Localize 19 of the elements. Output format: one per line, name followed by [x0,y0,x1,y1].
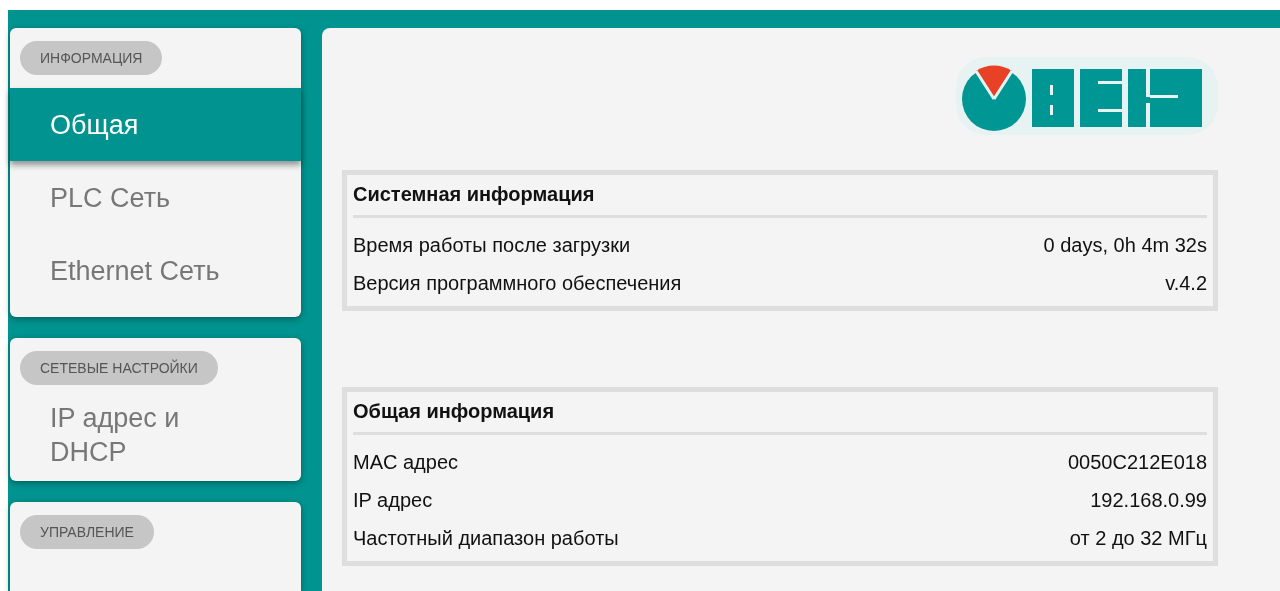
sidebar-item[interactable]: Ethernet Сеть [10,234,301,307]
row-label: Время работы после загрузки [353,233,631,258]
row-label: Версия программного обеспечения [353,271,682,296]
section-badge: УПРАВЛЕНИЕ [20,515,154,549]
row-value: от 2 до 32 МГц [1069,526,1207,551]
sidebar-item[interactable]: Общая [10,88,301,161]
row-value: 192.168.0.99 [1090,488,1207,513]
row-value: 0 days, 0h 4m 32s [1043,233,1207,258]
row-label: Частотный диапазон работы [353,526,619,551]
sidebar-item[interactable]: IP адрес и DHCP [10,398,301,471]
row-value: 0050C212E018 [1068,450,1207,475]
table-title: Общая информация [353,398,1207,435]
table-title: Системная информация [353,181,1207,218]
sidebar-item[interactable]: PLC Сеть [10,161,301,234]
row-label: MAC адрес [353,450,459,475]
section-badge: ИНФОРМАЦИЯ [20,41,163,75]
row-label: IP адрес [353,488,433,513]
section-badge: СЕТЕВЫЕ НАСТРОЙКИ [20,351,218,385]
row-value: v.4.2 [1165,271,1207,296]
